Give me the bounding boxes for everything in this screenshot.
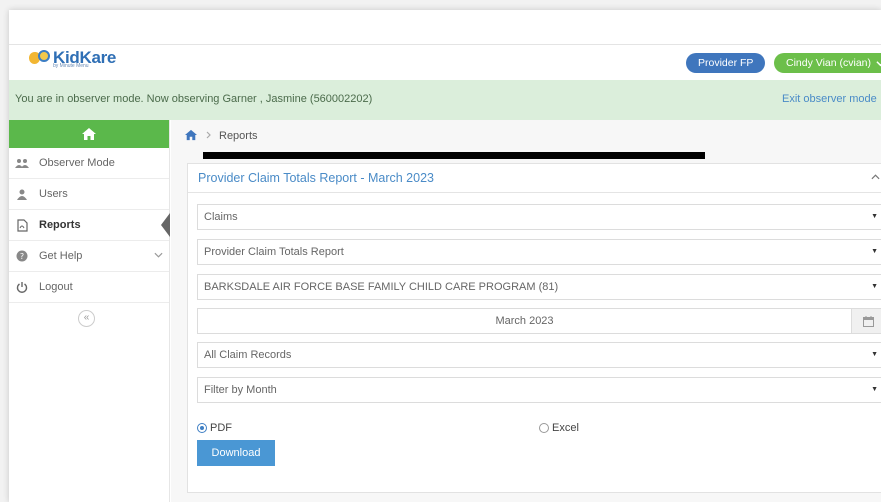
report-category-select[interactable]: Claims ▼ — [197, 204, 881, 230]
sidebar-item-label: Reports — [39, 219, 81, 231]
pdf-radio[interactable]: PDF — [197, 422, 232, 434]
svg-text:?: ? — [20, 252, 24, 261]
download-button[interactable]: Download — [197, 440, 275, 466]
chevron-down-icon — [154, 250, 163, 260]
question-circle-icon: ? — [15, 250, 29, 262]
select-value: Filter by Month — [204, 384, 277, 396]
sidebar-item-observer-mode[interactable]: Observer Mode — [9, 148, 169, 179]
panel-title: Provider Claim Totals Report - March 202… — [198, 171, 434, 185]
observer-banner: You are in observer mode. Now observing … — [9, 80, 881, 120]
user-icon — [15, 189, 29, 200]
collapse-sidebar-button[interactable]: « — [78, 310, 95, 327]
provider-button-label: Provider FP — [698, 57, 754, 69]
select-value: Provider Claim Totals Report — [204, 246, 344, 258]
sidebar-item-reports[interactable]: Reports — [9, 210, 170, 241]
sidebar-home[interactable] — [9, 120, 169, 148]
logo-subtitle: by Minute Menu — [53, 63, 89, 69]
calendar-button[interactable] — [851, 308, 881, 334]
excel-radio-label: Excel — [552, 422, 579, 434]
dropdown-arrow-icon: ▼ — [871, 248, 878, 255]
logo-icon — [29, 49, 51, 67]
sidebar-item-users[interactable]: Users — [9, 179, 169, 210]
radio-checked — [197, 423, 207, 433]
radio-unchecked — [539, 423, 549, 433]
select-value: Claims — [204, 211, 238, 223]
sidebar-item-label: Logout — [39, 281, 73, 293]
app-window: KidKare by Minute Menu Provider FP Cindy… — [9, 10, 881, 502]
top-strip — [9, 10, 881, 44]
chevron-down-icon — [876, 60, 881, 67]
sidebar: Observer Mode Users Reports ? Get Help L… — [9, 120, 170, 502]
panel-header[interactable]: Provider Claim Totals Report - March 202… — [188, 164, 881, 193]
exit-observer-link[interactable]: Exit observer mode — [782, 93, 877, 105]
calendar-icon — [862, 315, 874, 327]
dropdown-arrow-icon: ▼ — [871, 283, 878, 290]
active-indicator — [161, 213, 170, 237]
app-header: KidKare by Minute Menu Provider FP Cindy… — [9, 44, 881, 80]
month-value: March 2023 — [495, 315, 554, 327]
month-input[interactable]: March 2023 — [197, 308, 852, 334]
claim-records-select[interactable]: All Claim Records ▼ — [197, 342, 881, 368]
select-value: All Claim Records — [204, 349, 292, 361]
filter-select[interactable]: Filter by Month ▼ — [197, 377, 881, 403]
chevron-right-icon — [206, 131, 211, 141]
home-icon[interactable] — [184, 129, 198, 144]
dropdown-arrow-icon: ▼ — [871, 351, 878, 358]
report-panel: Provider Claim Totals Report - March 202… — [187, 163, 881, 493]
breadcrumb-current: Reports — [219, 130, 258, 142]
observer-message: You are in observer mode. Now observing … — [15, 93, 373, 105]
sidebar-item-label: Get Help — [39, 250, 83, 262]
user-menu-button[interactable]: Cindy Vian (cvian) — [774, 53, 881, 73]
dropdown-arrow-icon: ▼ — [871, 213, 878, 220]
user-menu-label: Cindy Vian (cvian) — [786, 57, 872, 69]
redaction-bar — [203, 152, 705, 159]
users-group-icon — [15, 158, 29, 169]
pdf-file-icon — [15, 218, 29, 232]
sidebar-item-get-help[interactable]: ? Get Help — [9, 241, 169, 272]
select-value: BARKSDALE AIR FORCE BASE FAMILY CHILD CA… — [204, 281, 559, 293]
power-icon — [15, 281, 29, 293]
sidebar-item-label: Observer Mode — [39, 157, 115, 169]
main-content: Reports Provider Claim Totals Report - M… — [171, 120, 881, 502]
chevron-up-icon[interactable] — [871, 172, 880, 183]
home-icon — [82, 128, 96, 140]
excel-radio[interactable]: Excel — [539, 422, 579, 434]
dropdown-arrow-icon: ▼ — [871, 386, 878, 393]
pdf-radio-label: PDF — [210, 422, 232, 434]
program-select[interactable]: BARKSDALE AIR FORCE BASE FAMILY CHILD CA… — [197, 274, 881, 300]
report-type-select[interactable]: Provider Claim Totals Report ▼ — [197, 239, 881, 265]
sidebar-item-label: Users — [39, 188, 68, 200]
provider-button[interactable]: Provider FP — [686, 53, 766, 73]
sidebar-item-logout[interactable]: Logout — [9, 272, 169, 303]
breadcrumb: Reports — [171, 120, 881, 152]
